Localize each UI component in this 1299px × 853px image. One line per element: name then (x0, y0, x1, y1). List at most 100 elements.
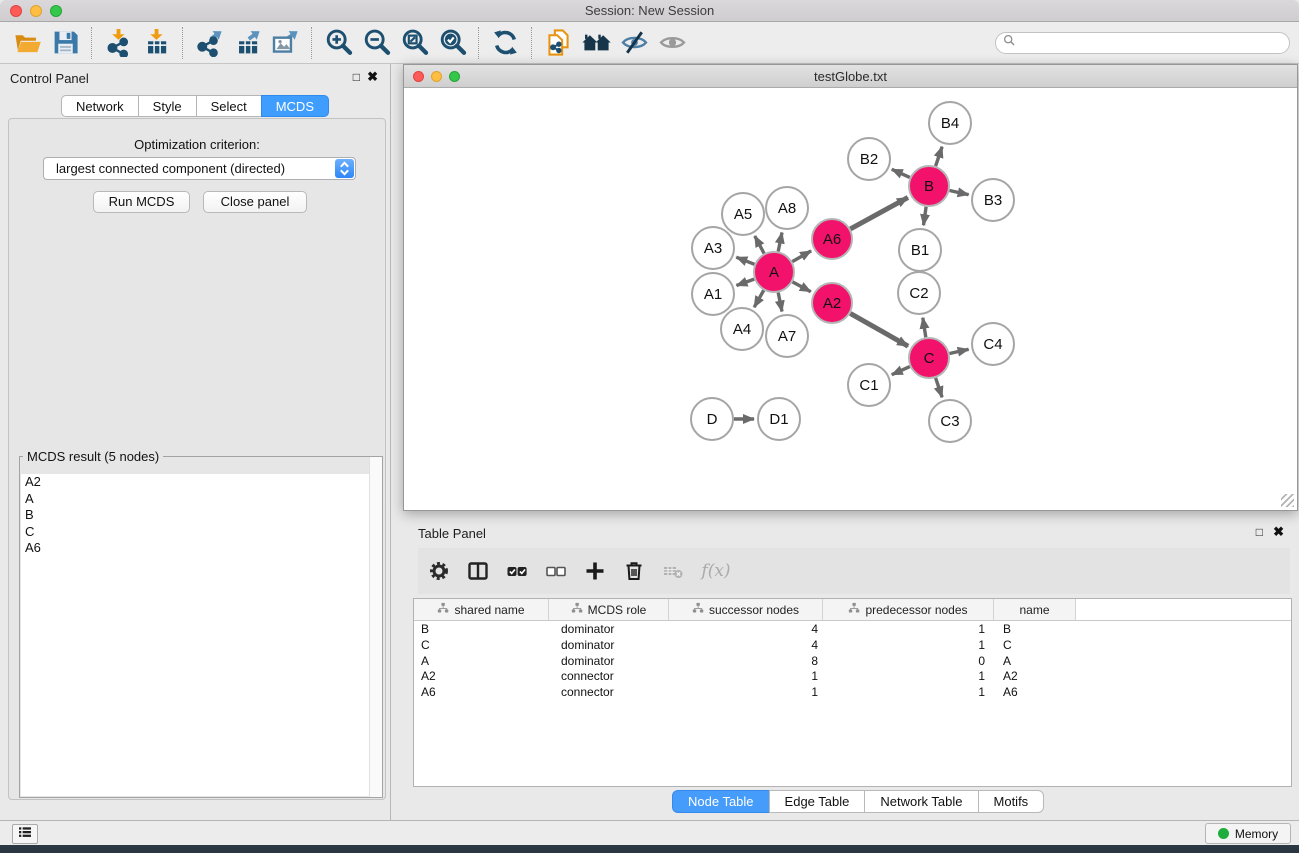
title-bar[interactable]: Session: New Session (0, 0, 1299, 22)
criterion-dropdown[interactable]: largest connected component (directed) (43, 157, 356, 180)
memory-button[interactable]: Memory (1205, 823, 1291, 844)
column-header-name[interactable]: name (994, 599, 1076, 621)
import-network-button[interactable] (99, 25, 137, 61)
table-cell[interactable]: A (994, 653, 1076, 669)
graph-node-B[interactable]: B (909, 166, 949, 206)
tab-mcds[interactable]: MCDS (261, 95, 329, 117)
graph-node-C4[interactable]: C4 (972, 323, 1014, 365)
search-box[interactable] (995, 32, 1290, 54)
table-cell[interactable]: A6 (994, 684, 1076, 700)
network-window-titlebar[interactable]: testGlobe.txt (404, 65, 1297, 88)
graph-node-B1[interactable]: B1 (899, 229, 941, 271)
graph-edge-A6-B[interactable] (850, 198, 908, 229)
graph-node-C3[interactable]: C3 (929, 400, 971, 442)
table-row[interactable]: Bdominator41B (414, 621, 1291, 637)
table-cell[interactable]: 1 (669, 668, 823, 684)
column-header-MCDS-role[interactable]: MCDS role (549, 599, 669, 621)
graph-node-A3[interactable]: A3 (692, 227, 734, 269)
deselect-all-icon[interactable] (543, 558, 569, 584)
table-row[interactable]: Adominator80A (414, 653, 1291, 669)
graph-edge-C-C4[interactable] (950, 349, 969, 353)
graph-edge-A2-C[interactable] (850, 313, 908, 346)
table-cell[interactable]: 1 (669, 684, 823, 700)
export-table-button[interactable] (228, 25, 266, 61)
save-session-button[interactable] (46, 25, 84, 61)
import-table-button[interactable] (137, 25, 175, 61)
table-cell[interactable]: B (414, 621, 549, 637)
graph-node-A6[interactable]: A6 (812, 219, 852, 259)
graph-node-A5[interactable]: A5 (722, 193, 764, 235)
tab-network-table[interactable]: Network Table (864, 790, 977, 813)
graph-edge-B-B4[interactable] (936, 147, 943, 166)
graph-edge-C-C2[interactable] (923, 318, 926, 338)
graph-node-D[interactable]: D (691, 398, 733, 440)
graph-node-A4[interactable]: A4 (721, 308, 763, 350)
table-cell[interactable]: 4 (669, 637, 823, 653)
graph-node-B4[interactable]: B4 (929, 102, 971, 144)
refresh-layout-button[interactable] (486, 25, 524, 61)
export-image-button[interactable] (266, 25, 304, 61)
table-cell[interactable]: 1 (823, 668, 994, 684)
graph-node-B3[interactable]: B3 (972, 179, 1014, 221)
table-cell[interactable]: A2 (994, 668, 1076, 684)
table-row[interactable]: Cdominator41C (414, 637, 1291, 653)
table-mode-icon[interactable] (426, 558, 452, 584)
mcds-result-item[interactable]: B (21, 507, 381, 524)
table-cell[interactable]: 1 (823, 684, 994, 700)
search-input[interactable] (1020, 36, 1289, 50)
network-graph[interactable]: B4B2BB3B1A5A8A6A3AA1A2C2A4A7CC4C1C3DD1 (405, 89, 1296, 509)
table-cell[interactable]: A6 (414, 684, 549, 700)
new-network-from-selection-button[interactable] (539, 25, 577, 61)
mcds-result-item[interactable]: C (21, 524, 381, 541)
resize-grip[interactable] (1281, 494, 1294, 507)
add-column-icon[interactable] (582, 558, 608, 584)
graph-node-C[interactable]: C (909, 338, 949, 378)
zoom-fit-button[interactable] (395, 25, 433, 61)
first-neighbors-button[interactable] (577, 25, 615, 61)
select-all-icon[interactable] (504, 558, 530, 584)
table-cell[interactable]: 0 (823, 653, 994, 669)
table-cell[interactable]: C (414, 637, 549, 653)
mcds-result-item[interactable]: A6 (21, 540, 381, 557)
table-cell[interactable]: 1 (823, 621, 994, 637)
mcds-result-item[interactable]: A (21, 491, 381, 508)
run-mcds-button[interactable]: Run MCDS (93, 191, 190, 213)
table-cell[interactable]: dominator (549, 653, 669, 669)
hide-selected-button[interactable] (615, 25, 653, 61)
table-cell[interactable]: 8 (669, 653, 823, 669)
close-panel-button[interactable]: Close panel (203, 191, 307, 213)
graph-edge-A-A4[interactable] (754, 290, 764, 307)
mcds-result-list[interactable]: A2ABCA6 (21, 474, 381, 796)
table-cell[interactable]: 4 (669, 621, 823, 637)
graph-node-C2[interactable]: C2 (898, 272, 940, 314)
graph-edge-A-A5[interactable] (755, 236, 764, 254)
zoom-in-button[interactable] (319, 25, 357, 61)
tab-motifs[interactable]: Motifs (978, 790, 1045, 813)
graph-edge-C-C1[interactable] (892, 367, 910, 375)
table-cell[interactable]: A (414, 653, 549, 669)
show-columns-icon[interactable] (465, 558, 491, 584)
tab-edge-table[interactable]: Edge Table (769, 790, 865, 813)
tab-node-table[interactable]: Node Table (672, 790, 769, 813)
table-cell[interactable]: dominator (549, 621, 669, 637)
table-cell[interactable]: connector (549, 684, 669, 700)
tab-network[interactable]: Network (61, 95, 138, 117)
zoom-selected-button[interactable] (433, 25, 471, 61)
show-panels-button[interactable] (12, 824, 38, 844)
column-header-predecessor-nodes[interactable]: predecessor nodes (823, 599, 994, 621)
graph-node-B2[interactable]: B2 (848, 138, 890, 180)
close-table-panel-icon[interactable]: ✖ (1273, 525, 1284, 539)
graph-edge-B-B1[interactable] (924, 207, 927, 225)
table-cell[interactable]: C (994, 637, 1076, 653)
graph-edge-A-A6[interactable] (792, 251, 811, 262)
graph-node-A[interactable]: A (754, 252, 794, 292)
graph-edge-A-A8[interactable] (778, 233, 782, 252)
table-row[interactable]: A2connector11A2 (414, 668, 1291, 684)
close-panel-icon[interactable]: ✖ (367, 70, 378, 84)
table-cell[interactable]: connector (549, 668, 669, 684)
mcds-result-scrollbar[interactable] (369, 457, 382, 797)
graph-node-A1[interactable]: A1 (692, 273, 734, 315)
delete-column-icon[interactable] (621, 558, 647, 584)
tab-style[interactable]: Style (138, 95, 196, 117)
column-header-shared-name[interactable]: shared name (414, 599, 549, 621)
